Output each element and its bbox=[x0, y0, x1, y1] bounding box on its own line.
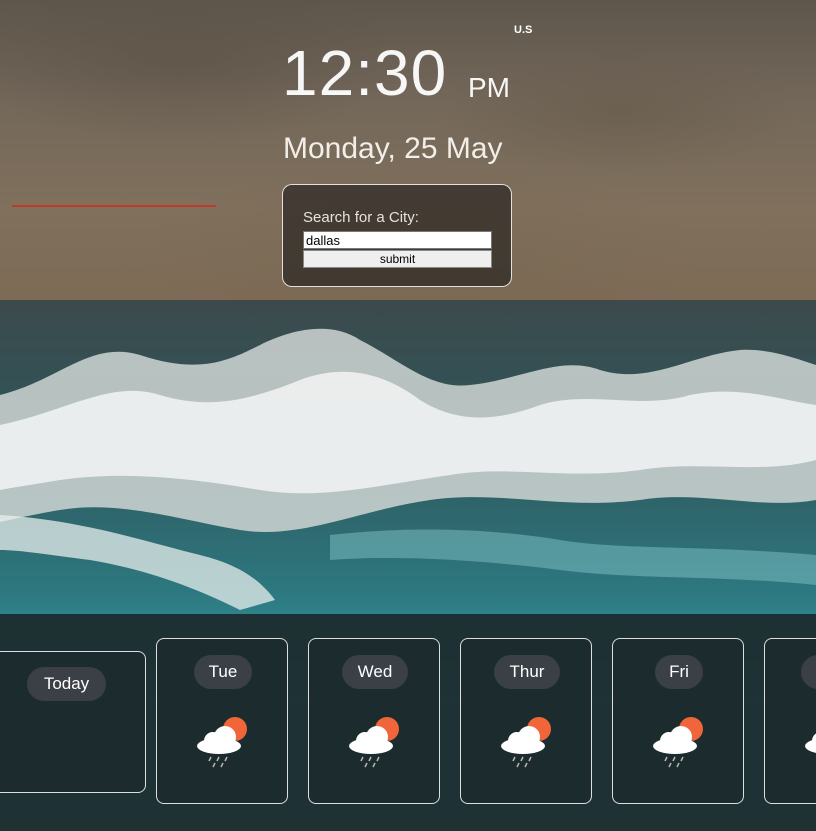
rain-cloud-sun-icon bbox=[349, 717, 399, 768]
locale-label: U.S bbox=[514, 24, 533, 36]
forecast-card-tue[interactable]: Tue bbox=[156, 638, 288, 804]
clock-ampm: PM bbox=[468, 72, 510, 103]
rain-cloud-sun-icon bbox=[501, 717, 551, 768]
day-label: Wed bbox=[342, 655, 408, 689]
day-label: Fri bbox=[655, 655, 703, 689]
clock: 12:30 PM bbox=[282, 36, 510, 110]
submit-button[interactable]: submit bbox=[303, 250, 492, 268]
city-search-input[interactable] bbox=[303, 231, 492, 249]
date-label: Monday, 25 May bbox=[283, 132, 503, 165]
forecast-panel: Today Tue Wed Thur Fri bbox=[0, 614, 816, 831]
forecast-card-partial[interactable] bbox=[764, 638, 816, 804]
clock-time: 12:30 bbox=[282, 37, 448, 109]
day-label: Tue bbox=[194, 655, 252, 689]
rain-cloud-sun-icon bbox=[805, 733, 816, 753]
forecast-card-today[interactable]: Today bbox=[0, 651, 146, 793]
forecast-card-fri[interactable]: Fri bbox=[612, 638, 744, 804]
day-label bbox=[801, 655, 816, 689]
forecast-card-wed[interactable]: Wed bbox=[308, 638, 440, 804]
day-label: Thur bbox=[494, 655, 560, 689]
decorative-red-line bbox=[12, 205, 216, 207]
rain-cloud-sun-icon bbox=[653, 717, 703, 768]
day-label: Today bbox=[27, 667, 106, 701]
forecast-card-thur[interactable]: Thur bbox=[460, 638, 592, 804]
wave-foam bbox=[0, 328, 816, 610]
city-search-form: Search for a City: submit bbox=[282, 184, 512, 287]
search-label: Search for a City: bbox=[303, 209, 419, 226]
rain-cloud-sun-icon bbox=[197, 717, 247, 768]
